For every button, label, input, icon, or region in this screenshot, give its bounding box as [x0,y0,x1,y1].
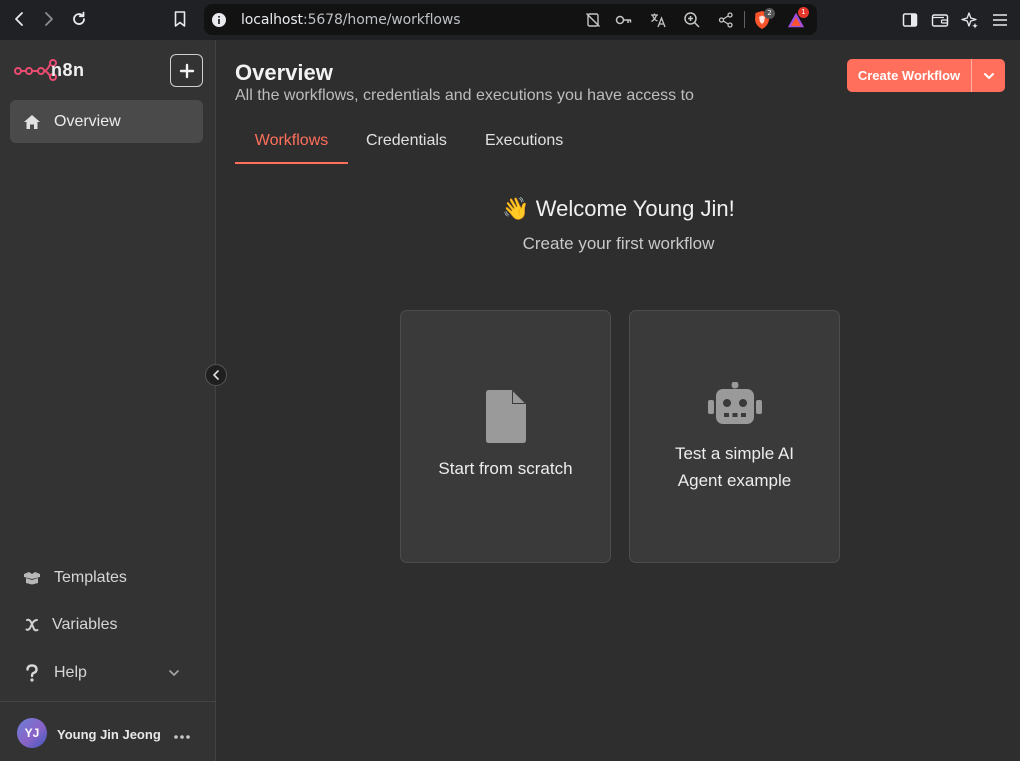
add-button[interactable] [170,54,203,87]
card-label: Test a simple AI Agent example [675,440,794,494]
home-icon [22,114,42,130]
more-options-icon[interactable] [174,726,190,742]
page-title: Overview [235,60,333,85]
templates-icon [22,571,42,585]
file-icon [485,390,526,443]
wallet-icon[interactable] [930,10,950,30]
plus-icon [179,63,194,78]
url-path: :5678/home/workflows [302,12,461,28]
url-host: localhost [241,12,303,28]
rewards-icon[interactable]: 1 [787,7,809,29]
brave-shields-icon[interactable]: 2 [753,8,775,29]
card-label: Start from scratch [438,459,573,478]
start-from-scratch-card[interactable]: Start from scratch [400,310,611,563]
robot-icon [707,382,762,424]
key-icon[interactable] [615,11,633,29]
translate-icon[interactable] [649,11,667,29]
forward-icon[interactable] [38,8,60,30]
menu-icon[interactable] [990,10,1010,30]
main-content: Overview All the workflows, credentials … [217,40,1020,761]
sidebar-item-label: Overview [54,112,121,130]
share-icon[interactable] [717,11,735,29]
sidebar-item-help[interactable]: Help [10,651,203,694]
sidebar: n8n Overview Templates Variables Help YJ… [0,40,216,761]
chevron-left-icon [213,370,219,380]
avatar[interactable]: YJ [17,718,47,748]
back-icon[interactable] [8,8,30,30]
chevron-down-icon[interactable] [972,71,1005,81]
logo-text: n8n [51,60,85,80]
site-info-icon[interactable] [210,11,228,29]
zoom-icon[interactable] [683,11,701,29]
sidebar-item-label: Templates [54,568,127,586]
sidebar-item-overview[interactable]: Overview [10,100,203,143]
bookmark-icon[interactable] [169,8,191,30]
reload-icon[interactable] [68,8,90,30]
variables-icon [22,617,42,633]
sidebar-item-label: Help [54,663,87,681]
sidebar-item-variables[interactable]: Variables [10,603,203,646]
help-icon [22,663,42,682]
browser-toolbar: localhost:5678/home/workflows 2 1 [0,0,1020,40]
url-text[interactable]: localhost:5678/home/workflows [241,12,461,28]
user-menu[interactable]: YJ Young Jin Jeong [0,701,216,761]
chevron-down-icon[interactable] [168,665,180,683]
create-workflow-label[interactable]: Create Workflow [847,68,971,83]
tab-workflows[interactable]: Workflows [235,132,348,164]
alert-badge: 1 [798,7,809,18]
address-bar[interactable]: localhost:5678/home/workflows 2 1 [204,4,817,35]
card-label-line: Agent example [677,471,792,490]
collapse-sidebar-button[interactable] [205,364,227,386]
page-subtitle: All the workflows, credentials and execu… [235,87,694,104]
sidebar-item-templates[interactable]: Templates [10,556,203,599]
url-divider [744,11,745,28]
tab-credentials[interactable]: Credentials [366,132,447,164]
user-name: Young Jin Jeong [57,727,161,742]
ai-agent-example-card[interactable]: Test a simple AI Agent example [629,310,840,563]
sidebar-item-label: Variables [52,615,118,633]
tracking-blocked-icon[interactable] [584,11,602,29]
tab-executions[interactable]: Executions [485,132,563,164]
brave-badge: 2 [764,8,775,19]
create-workflow-button[interactable]: Create Workflow [847,59,1005,92]
card-label-line: Test a simple AI [674,444,795,463]
welcome-subheading: Create your first workflow [522,234,715,253]
welcome-heading: 👋 Welcome Young Jin! [502,196,735,221]
leo-ai-icon[interactable] [960,10,980,30]
sidebar-toggle-icon[interactable] [900,10,920,30]
